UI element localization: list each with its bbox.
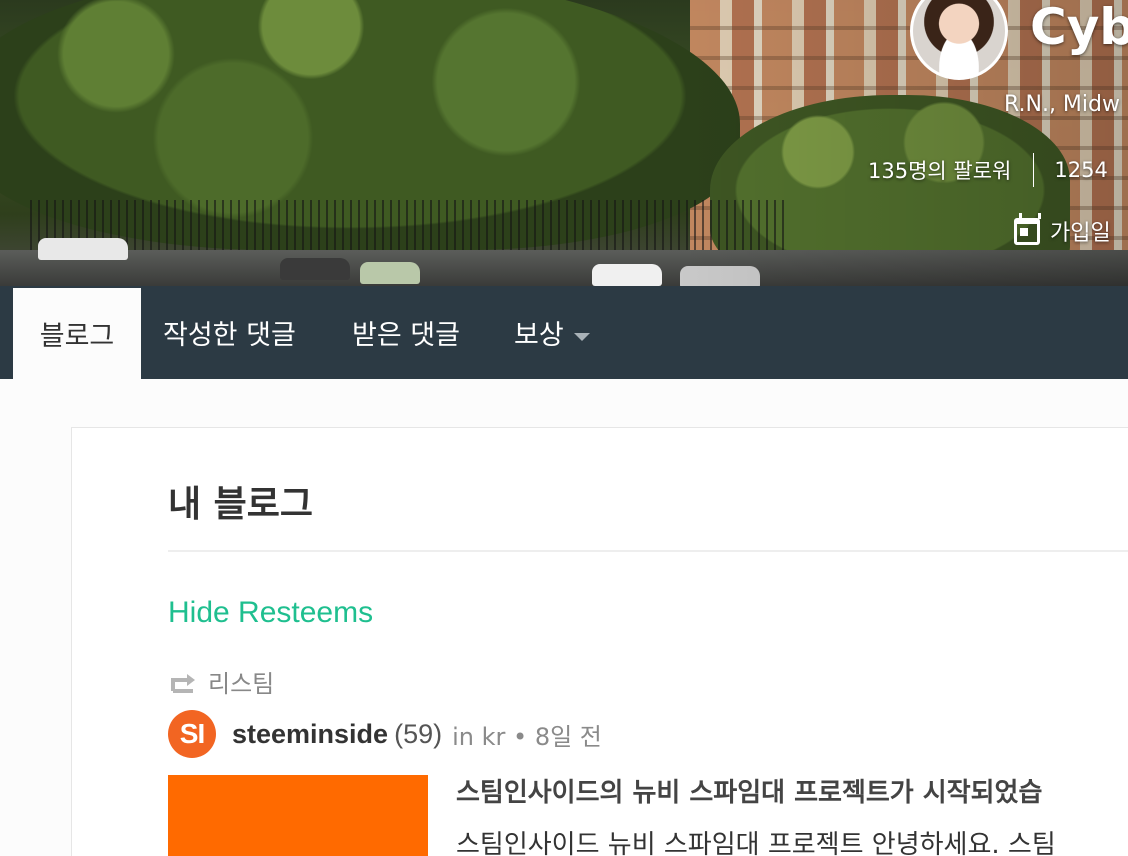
divider [168,550,1128,552]
resteem-indicator: 리스팀 [170,664,274,699]
post-thumbnail[interactable] [168,775,428,856]
profile-avatar[interactable] [910,0,1008,80]
post-timestamp[interactable]: 8일 전 [535,723,602,751]
tab-rewards[interactable]: 보상 [514,286,590,379]
tab-comments[interactable]: 작성한 댓글 [163,286,296,379]
tab-label: 블로그 [39,321,115,352]
tab-label: 보상 [514,320,564,351]
profile-name: Cyb [1030,0,1128,56]
post-title[interactable]: 스팀인사이드의 뉴비 스파임대 프로젝트가 시작되었습 [456,772,1042,809]
author-name[interactable]: steeminside [232,719,388,750]
author-avatar[interactable]: SI [168,710,216,758]
profile-nav-bar: 블로그 작성한 댓글 받은 댓글 보상 [0,286,1128,379]
tab-label: 작성한 댓글 [163,320,296,351]
profile-header: Cyb R.N., Midw 135명의 팔로워 1254 가입일 [0,0,1128,286]
stats-divider [1033,153,1035,187]
profile-stats: 135명의 팔로워 1254 [868,153,1108,187]
chevron-down-icon [573,332,590,341]
tab-replies[interactable]: 받은 댓글 [352,286,460,379]
resteem-label: 리스팀 [208,670,275,698]
category-prefix: in [452,722,474,751]
category-link[interactable]: kr [482,723,506,751]
following-count[interactable]: 1254 [1054,158,1107,182]
page-title: 내 블로그 [168,484,314,525]
tab-blog[interactable]: 블로그 [13,286,141,379]
post-excerpt[interactable]: 스팀인사이드 뉴비 스파임대 프로젝트 안녕하세요. 스팀 [456,824,1056,856]
calendar-icon [1014,212,1041,245]
hide-resteems-link[interactable]: Hide Resteems [168,596,373,630]
meta-separator: • [513,722,528,751]
tab-label: 받은 댓글 [352,320,460,351]
followers-count[interactable]: 135명의 팔로워 [868,155,1011,185]
profile-joined: 가입일 [1014,212,1111,247]
resteem-icon [171,673,195,693]
author-reputation: (59) [394,718,443,749]
post-author-row: SI steeminside (59) in kr • 8일 전 [168,710,602,758]
joined-label: 가입일 [1050,221,1111,246]
profile-about: R.N., Midw [1004,92,1120,117]
post-meta: in kr • 8일 전 [452,717,602,752]
